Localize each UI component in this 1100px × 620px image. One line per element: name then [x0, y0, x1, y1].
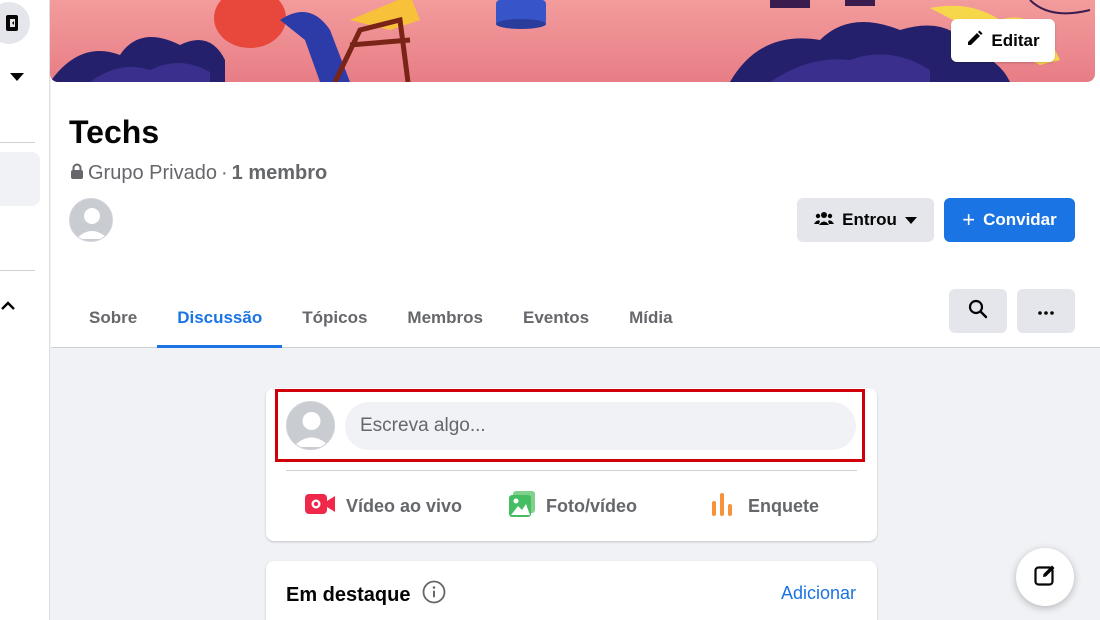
photo-video-button[interactable]: Foto/vídeo	[508, 482, 637, 530]
group-people-icon	[814, 209, 835, 232]
lock-icon	[70, 162, 84, 185]
caret-down-icon[interactable]	[9, 70, 25, 88]
edit-cover-label: Editar	[991, 30, 1040, 50]
live-video-label: Vídeo ao vivo	[346, 495, 463, 516]
featured-title-label: Em destaque	[286, 583, 411, 606]
group-meta: Grupo Privado · 1 membro	[70, 162, 327, 185]
poll-label: Enquete	[748, 495, 820, 516]
tab-topicos[interactable]: Tópicos	[282, 288, 387, 348]
caret-down-icon	[904, 210, 917, 230]
left-sidebar	[0, 0, 50, 620]
chevron-up-icon[interactable]	[1, 298, 15, 316]
new-message-button[interactable]	[1016, 548, 1074, 606]
edit-cover-button[interactable]: Editar	[951, 19, 1055, 62]
compose-icon	[1033, 563, 1057, 592]
poll-icon	[710, 490, 738, 523]
sidebar-divider	[0, 270, 35, 271]
plus-icon: +	[962, 207, 976, 232]
tab-membros[interactable]: Membros	[387, 288, 503, 348]
tab-midia[interactable]: Mídia	[609, 288, 692, 348]
pages-icon[interactable]	[0, 2, 30, 44]
featured-title: Em destaque	[286, 580, 446, 610]
meta-separator: ·	[220, 162, 228, 184]
group-title[interactable]: Techs	[69, 114, 159, 151]
invite-button[interactable]: + Convidar	[944, 198, 1075, 242]
add-featured-link[interactable]: Adicionar	[781, 583, 856, 604]
tab-discussao[interactable]: Discussão	[157, 288, 283, 348]
photo-icon	[508, 490, 536, 523]
photo-video-label: Foto/vídeo	[546, 495, 637, 516]
pencil-icon	[966, 29, 984, 52]
group-tabs: Sobre Discussão Tópicos Membros Eventos …	[69, 288, 693, 348]
live-video-button[interactable]: Vídeo ao vivo	[304, 482, 462, 530]
composer-divider	[286, 470, 857, 471]
live-video-icon	[304, 492, 336, 521]
tab-sobre[interactable]: Sobre	[69, 288, 157, 348]
joined-button[interactable]: Entrou	[797, 198, 934, 242]
invite-label: Convidar	[983, 210, 1057, 229]
more-icon	[1038, 302, 1054, 320]
joined-label: Entrou	[842, 210, 897, 229]
sidebar-item-selected[interactable]	[0, 152, 40, 206]
tab-eventos[interactable]: Eventos	[503, 288, 609, 348]
more-options-button[interactable]	[1017, 289, 1075, 333]
member-count[interactable]: 1 membro	[232, 162, 328, 185]
cover-photo	[50, 0, 1095, 82]
highlight-box	[275, 389, 865, 462]
group-privacy[interactable]: Grupo Privado	[88, 162, 217, 185]
sidebar-divider	[0, 142, 35, 143]
search-button[interactable]	[949, 289, 1007, 333]
search-icon	[968, 299, 988, 324]
poll-button[interactable]: Enquete	[710, 482, 819, 530]
info-icon[interactable]	[422, 580, 446, 610]
member-avatar[interactable]	[69, 198, 113, 242]
